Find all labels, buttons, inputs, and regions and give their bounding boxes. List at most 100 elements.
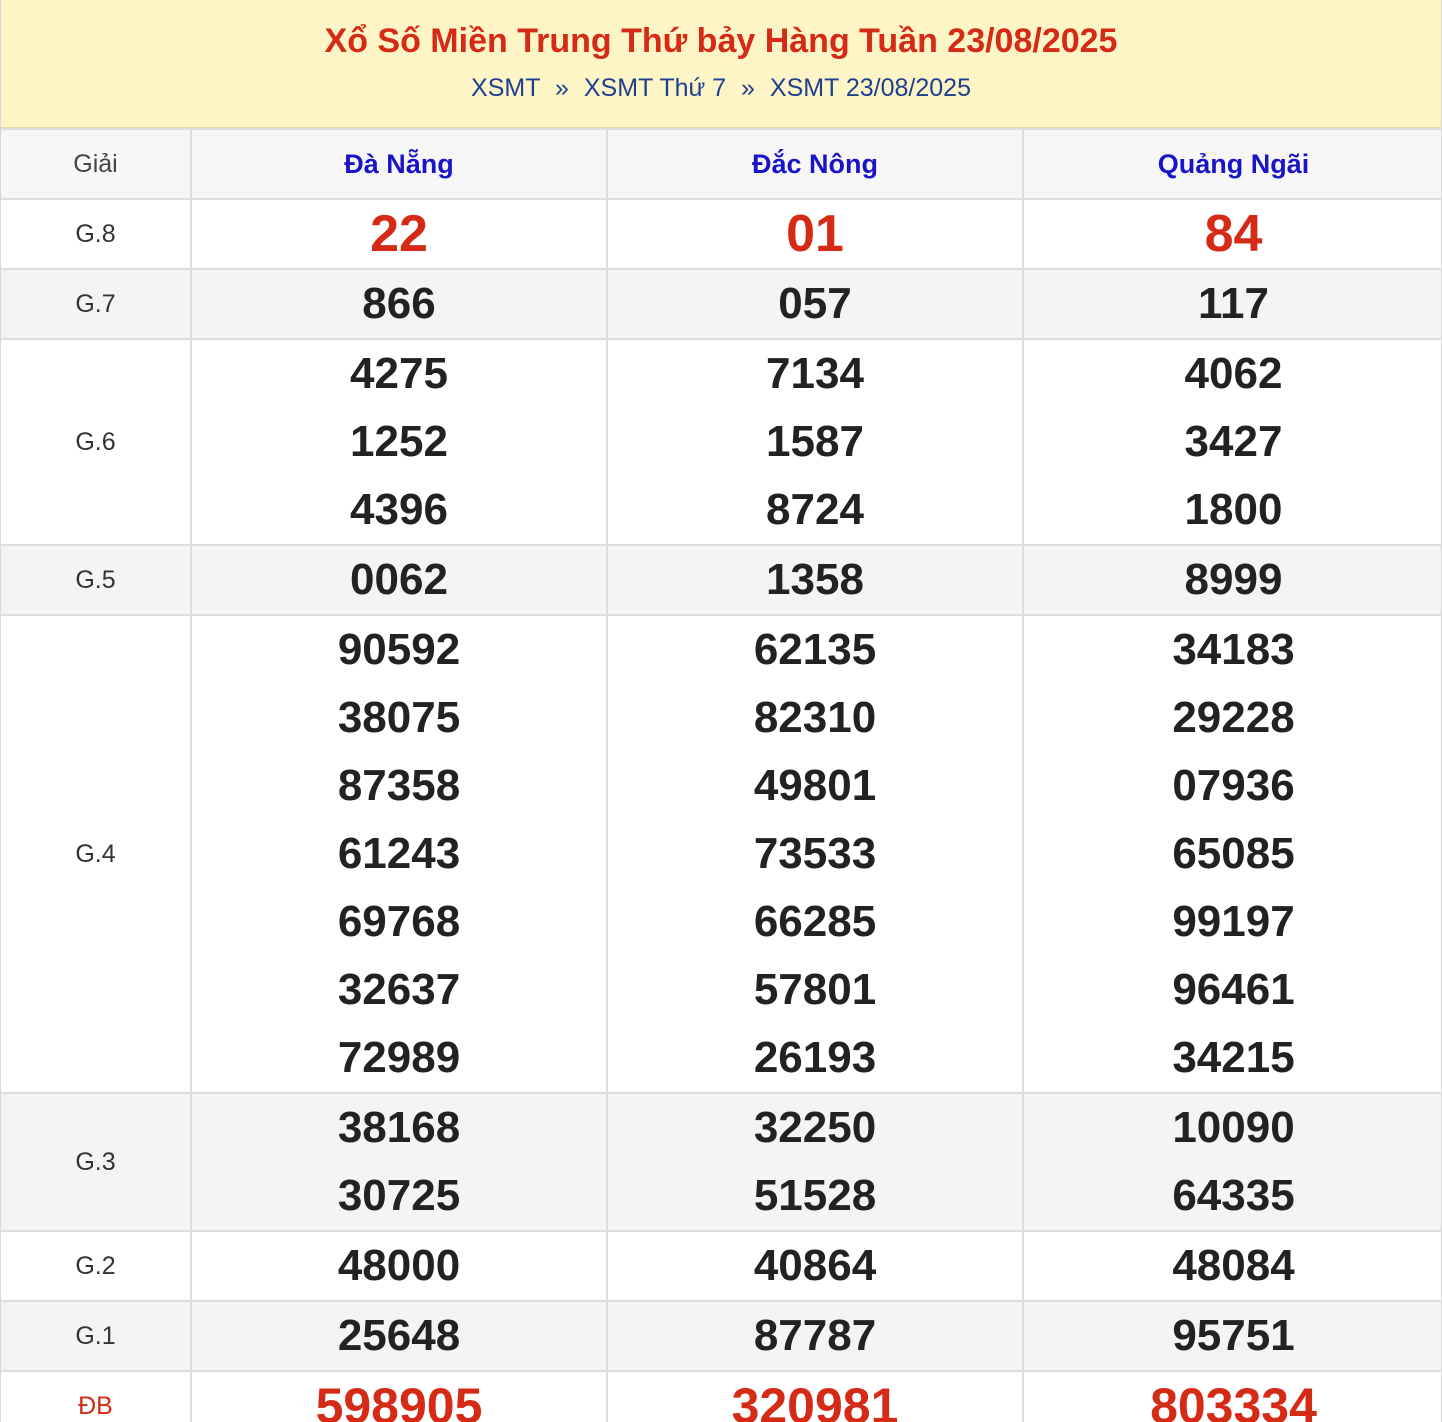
result-number: 803334 [1150,1378,1317,1422]
breadcrumb-separator: » [554,74,569,102]
result-number: 1800 [1184,485,1283,534]
prize-label: G.1 [1,1300,191,1371]
prize-row-g3: G.3 38168 30725 32250 51528 10090 64335 [1,1092,1441,1231]
result-cell: 117 [1022,268,1441,339]
result-cell: 62135 82310 49801 73533 66285 57801 26193 [606,614,1023,1093]
province-header-quang-ngai[interactable]: Quảng Ngãi [1022,128,1441,199]
breadcrumb-link-xsmt[interactable]: XSMT [471,74,540,102]
result-cell: 90592 38075 87358 61243 69768 32637 72989 [190,614,607,1093]
result-number: 32250 [753,1103,877,1152]
result-number: 73533 [753,829,877,878]
result-number: 07936 [1172,761,1295,810]
result-cell: 34183 29228 07936 65085 99197 96461 34215 [1022,614,1441,1093]
result-number: 87358 [337,761,461,810]
result-number: 34215 [1172,1033,1295,1082]
result-cell: 22 [190,198,607,269]
result-number: 82310 [753,693,877,742]
prize-label: G.3 [1,1092,191,1231]
result-cell: 7134 1587 8724 [606,338,1023,545]
result-number: 866 [362,279,436,328]
result-number: 598905 [315,1378,483,1422]
prize-label: G.4 [1,614,191,1093]
breadcrumb-link-xsmt-thu-7[interactable]: XSMT Thứ 7 [584,74,726,102]
result-cell: 057 [606,268,1023,339]
results-body: G.8 22 01 84 G.7 866 057 117 G.6 4275 1252 4396 7134… [1,198,1441,1422]
result-number: 320981 [731,1378,899,1422]
result-number: 26193 [753,1033,877,1082]
prize-label: ĐB [1,1370,191,1422]
result-number: 65085 [1172,829,1295,878]
result-cell: 4275 1252 4396 [190,338,607,545]
result-number: 87787 [753,1311,877,1360]
result-number: 8999 [1184,555,1283,604]
result-cell: 48084 [1022,1230,1441,1301]
result-number: 01 [786,205,844,263]
result-number: 3427 [1184,417,1283,466]
result-cell: 803334 [1022,1370,1441,1422]
result-number: 22 [370,205,428,263]
result-cell: 84 [1022,198,1441,269]
prize-row-g1: G.1 25648 87787 95751 [1,1300,1441,1371]
result-number: 0062 [350,555,448,604]
province-header-dac-nong[interactable]: Đắc Nông [606,128,1023,199]
result-number: 69768 [337,897,461,946]
result-number: 117 [1198,279,1269,328]
result-number: 64335 [1172,1171,1295,1220]
result-cell: 38168 30725 [190,1092,607,1231]
table-header-row: Giải Đà Nẵng Đắc Nông Quảng Ngãi [1,128,1441,199]
prize-row-g6: G.6 4275 1252 4396 7134 1587 8724 4062 3427 1800 [1,338,1441,545]
prize-label: G.2 [1,1230,191,1301]
results-table: Giải Đà Nẵng Đắc Nông Quảng Ngãi G.8 22 01… [1,128,1441,1422]
result-number: 25648 [337,1311,461,1360]
page-title: Xổ Số Miền Trung Thứ bảy Hàng Tuần 23/08… [324,22,1118,60]
result-cell: 866 [190,268,607,339]
result-number: 40864 [753,1241,877,1290]
prize-label: G.6 [1,338,191,545]
result-number: 61243 [337,829,461,878]
result-number: 057 [778,279,852,328]
result-number: 29228 [1172,693,1295,742]
result-number: 1252 [350,417,448,466]
result-number: 32637 [337,965,461,1014]
result-cell: 1358 [606,544,1023,615]
breadcrumb-link-xsmt-date[interactable]: XSMT 23/08/2025 [770,74,971,102]
result-number: 72989 [337,1033,461,1082]
prize-row-g4: G.4 90592 38075 87358 61243 69768 32637 72989 62… [1,614,1441,1093]
result-cell: 10090 64335 [1022,1092,1441,1231]
prize-label: G.7 [1,268,191,339]
results-header: Xổ Số Miền Trung Thứ bảy Hàng Tuần 23/08… [1,0,1441,128]
result-cell: 8999 [1022,544,1441,615]
result-number: 95751 [1172,1311,1295,1360]
prize-row-g5: G.5 0062 1358 8999 [1,544,1441,615]
result-number: 38075 [337,693,461,742]
result-number: 30725 [337,1171,461,1220]
result-number: 1587 [766,417,864,466]
result-cell: 320981 [606,1370,1023,1422]
prize-column-header: Giải [1,128,191,199]
result-number: 62135 [753,625,877,674]
result-cell: 4062 3427 1800 [1022,338,1441,545]
result-cell: 40864 [606,1230,1023,1301]
lottery-results-page: Xổ Số Miền Trung Thứ bảy Hàng Tuần 23/08… [0,0,1442,1422]
result-number: 90592 [337,625,461,674]
prize-label: G.5 [1,544,191,615]
result-number: 4062 [1184,349,1283,398]
result-number: 1358 [766,555,864,604]
result-number: 99197 [1172,897,1295,946]
result-cell: 95751 [1022,1300,1441,1371]
result-number: 49801 [753,761,877,810]
result-number: 4396 [350,485,448,534]
prize-row-db: ĐB 598905 320981 803334 [1,1370,1441,1422]
prize-row-g8: G.8 22 01 84 [1,198,1441,269]
province-header-da-nang[interactable]: Đà Nẵng [190,128,607,199]
result-cell: 25648 [190,1300,607,1371]
breadcrumb: XSMT » XSMT Thứ 7 » XSMT 23/08/2025 [1,72,1441,104]
result-cell: 01 [606,198,1023,269]
result-cell: 32250 51528 [606,1092,1023,1231]
result-number: 57801 [753,965,877,1014]
result-cell: 0062 [190,544,607,615]
result-number: 8724 [766,485,864,534]
result-number: 7134 [766,349,864,398]
result-number: 84 [1204,205,1263,263]
result-cell: 87787 [606,1300,1023,1371]
